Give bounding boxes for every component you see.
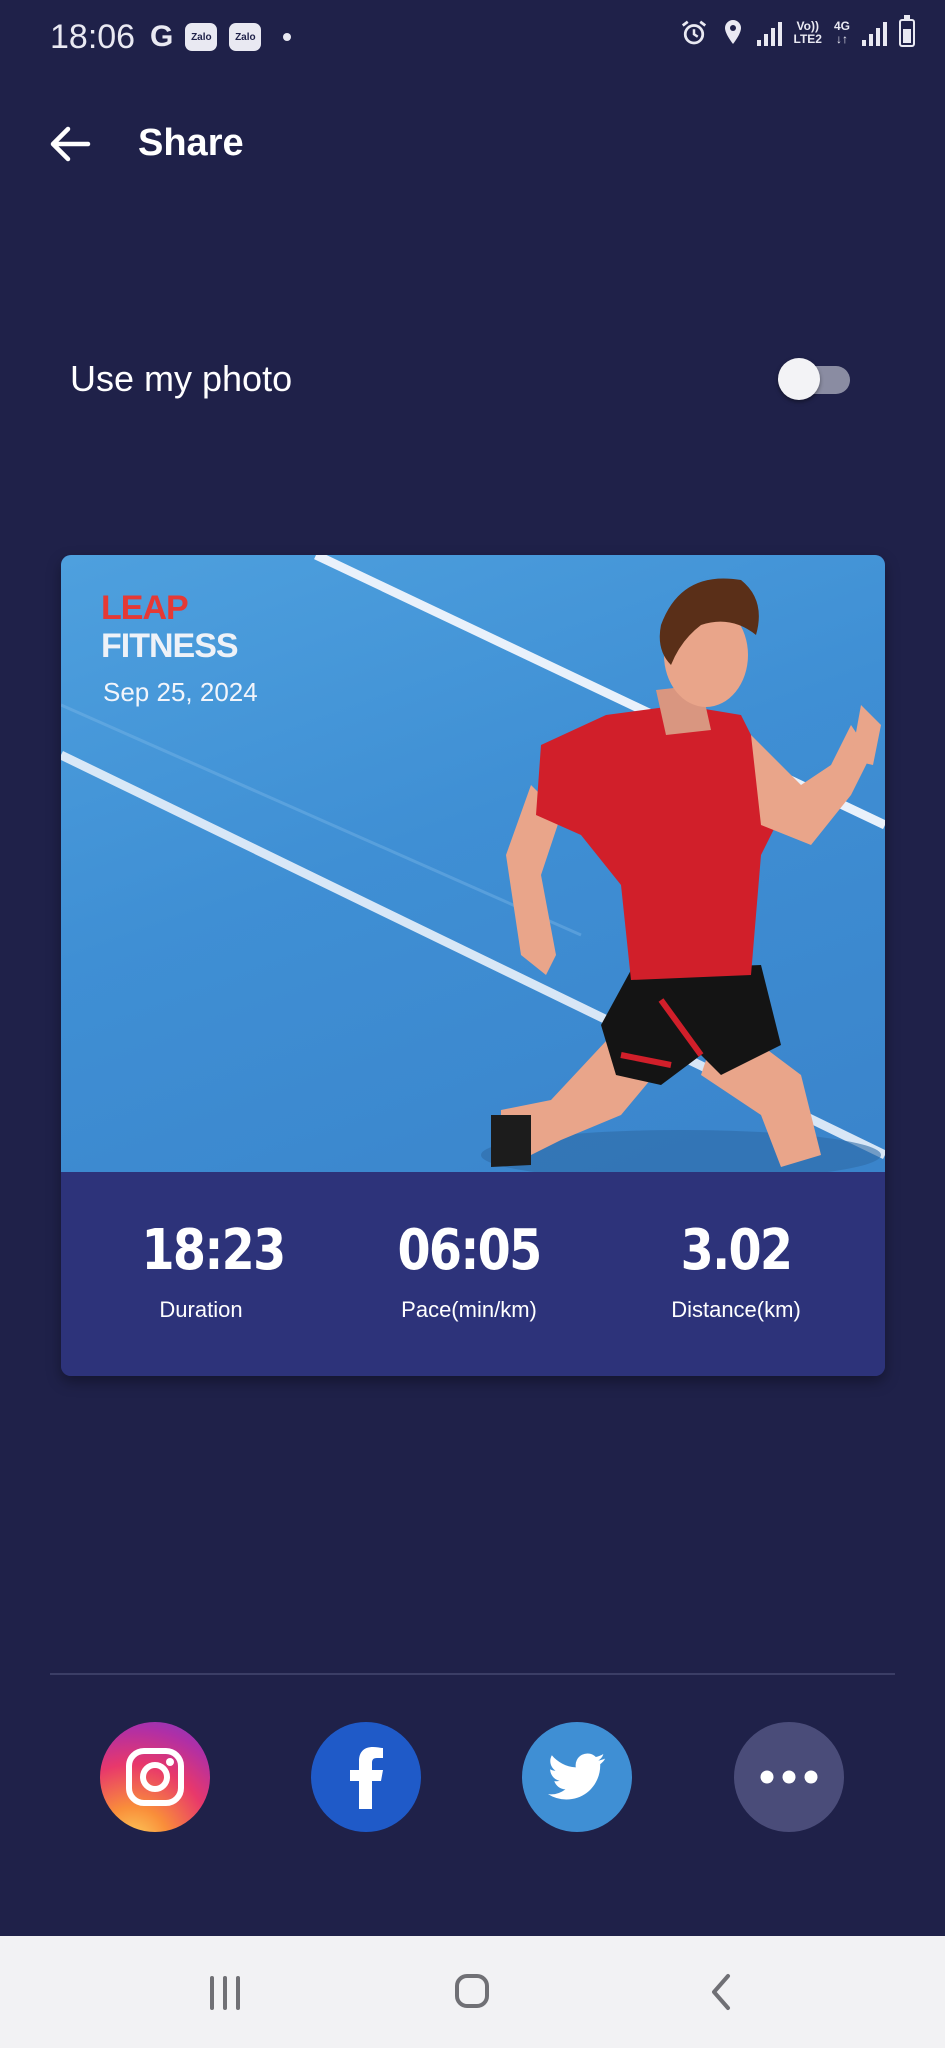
share-instagram-button[interactable]	[100, 1722, 210, 1832]
system-status-icons: Vo)) LTE2 4G ↓↑	[679, 15, 915, 48]
system-navigation-bar	[0, 1936, 945, 2048]
app-bar: Share	[0, 96, 945, 192]
page-title: Share	[138, 122, 244, 164]
status-time: 18:06	[50, 18, 136, 56]
use-my-photo-row[interactable]: Use my photo	[0, 340, 945, 420]
brand-logo-leap: LEAP	[101, 589, 189, 627]
facebook-icon	[350, 1747, 383, 1809]
toggle-knob	[778, 358, 820, 400]
notification-icons: G Zalo Zalo	[150, 20, 292, 54]
signal-icon	[756, 20, 782, 46]
alarm-icon	[681, 20, 706, 45]
google-icon: G	[150, 20, 174, 53]
stat-duration: 18:23 Duration	[131, 1218, 287, 1323]
workout-photo: LEAP FITNESS Sep 25, 2024	[61, 555, 885, 1172]
stat-distance: 3.02 Distance(km)	[649, 1218, 823, 1323]
workout-stats: 18:23 Duration 06:05 Pace(min/km) 3.02 D…	[61, 1172, 885, 1376]
more-dots-icon	[760, 1770, 818, 1784]
status-bar: 18:06 G Zalo Zalo Vo)) LTE2 4G ↓↑	[0, 0, 945, 76]
stat-label: Duration	[159, 1297, 243, 1322]
back-button[interactable]	[44, 118, 96, 170]
use-my-photo-toggle[interactable]	[778, 358, 850, 400]
location-icon	[724, 20, 741, 44]
use-my-photo-label: Use my photo	[70, 358, 293, 399]
divider	[50, 1673, 895, 1675]
zalo-icon: Zalo	[229, 23, 262, 51]
chevron-left-icon	[712, 1974, 730, 2010]
instagram-icon	[126, 1748, 184, 1806]
twitter-icon	[548, 1753, 606, 1800]
share-facebook-button[interactable]	[311, 1722, 421, 1832]
stat-value: 06:05	[397, 1218, 542, 1283]
brand-logo-fitness: FITNESS	[101, 627, 239, 665]
stat-label: Pace(min/km)	[401, 1297, 537, 1322]
share-twitter-button[interactable]	[522, 1722, 632, 1832]
more-notifications-dot-icon	[283, 33, 292, 41]
battery-icon	[899, 15, 915, 47]
stat-value: 18:23	[141, 1218, 287, 1283]
workout-date: Sep 25, 2024	[103, 677, 258, 707]
system-back-button[interactable]	[702, 1972, 742, 2012]
share-more-button[interactable]	[734, 1722, 844, 1832]
stat-value: 3.02	[680, 1218, 793, 1283]
volte-indicator: Vo)) LTE2	[793, 19, 822, 46]
arrow-left-icon	[50, 126, 91, 162]
network-4g-indicator: 4G ↓↑	[833, 19, 850, 46]
stat-pace: 06:05 Pace(min/km)	[379, 1218, 559, 1323]
share-preview-card: LEAP FITNESS Sep 25, 2024 18:23 Duration…	[61, 555, 885, 1376]
stat-label: Distance(km)	[671, 1297, 801, 1322]
home-button[interactable]	[455, 1974, 489, 2008]
recent-apps-button[interactable]	[210, 1976, 250, 2010]
zalo-icon: Zalo	[185, 23, 218, 51]
signal-icon	[862, 20, 887, 46]
